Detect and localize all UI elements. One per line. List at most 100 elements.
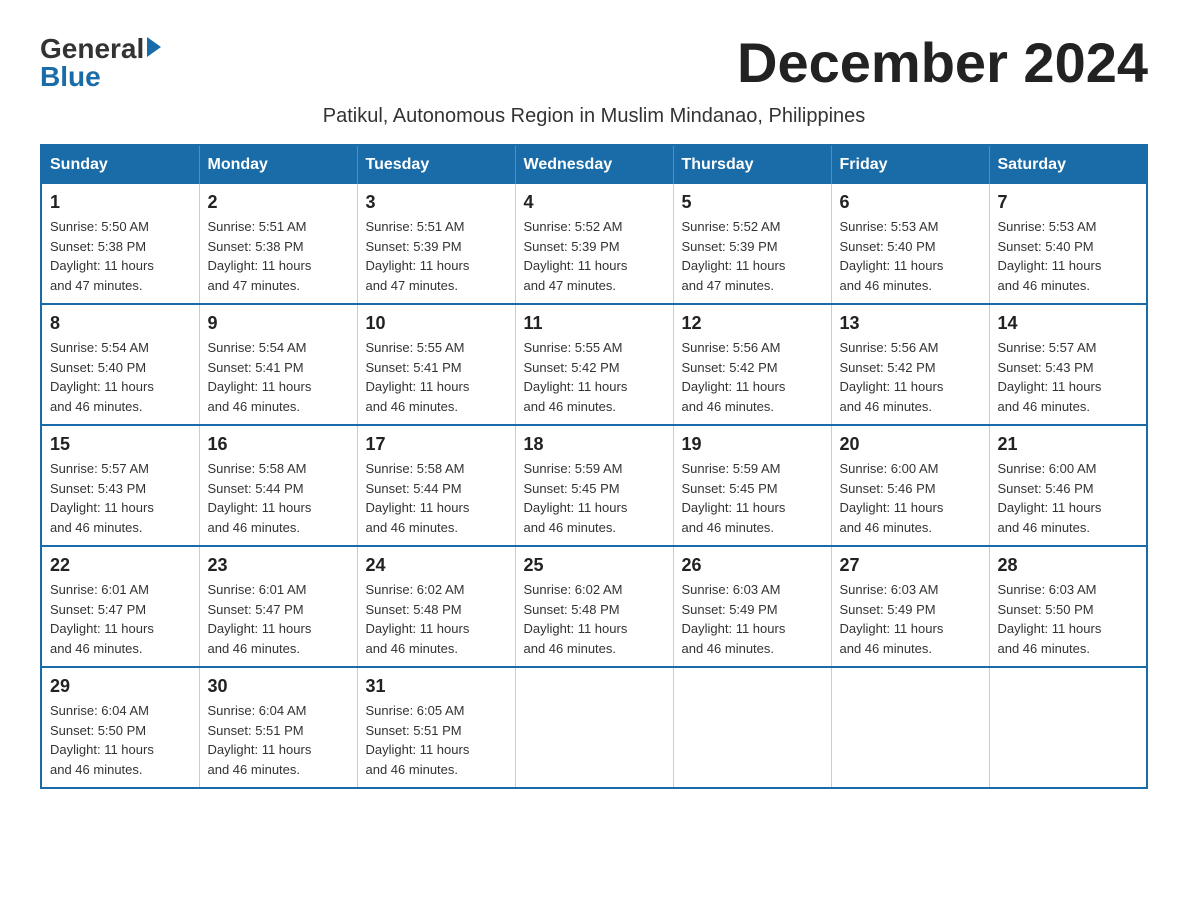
day-number: 23 xyxy=(208,555,349,576)
day-info: Sunrise: 5:52 AMSunset: 5:39 PMDaylight:… xyxy=(524,219,628,293)
calendar-week-row: 22 Sunrise: 6:01 AMSunset: 5:47 PMDaylig… xyxy=(41,546,1147,667)
calendar-day-cell: 25 Sunrise: 6:02 AMSunset: 5:48 PMDaylig… xyxy=(515,546,673,667)
day-number: 1 xyxy=(50,192,191,213)
day-number: 26 xyxy=(682,555,823,576)
calendar-week-row: 15 Sunrise: 5:57 AMSunset: 5:43 PMDaylig… xyxy=(41,425,1147,546)
day-info: Sunrise: 5:50 AMSunset: 5:38 PMDaylight:… xyxy=(50,219,154,293)
day-number: 11 xyxy=(524,313,665,334)
month-title: December 2024 xyxy=(737,30,1148,95)
day-info: Sunrise: 6:00 AMSunset: 5:46 PMDaylight:… xyxy=(998,461,1102,535)
calendar-day-cell: 5 Sunrise: 5:52 AMSunset: 5:39 PMDayligh… xyxy=(673,184,831,304)
calendar-day-cell: 6 Sunrise: 5:53 AMSunset: 5:40 PMDayligh… xyxy=(831,184,989,304)
calendar-day-cell: 3 Sunrise: 5:51 AMSunset: 5:39 PMDayligh… xyxy=(357,184,515,304)
calendar-day-cell: 31 Sunrise: 6:05 AMSunset: 5:51 PMDaylig… xyxy=(357,667,515,788)
day-number: 22 xyxy=(50,555,191,576)
calendar-day-cell: 17 Sunrise: 5:58 AMSunset: 5:44 PMDaylig… xyxy=(357,425,515,546)
day-info: Sunrise: 6:03 AMSunset: 5:49 PMDaylight:… xyxy=(682,582,786,656)
day-info: Sunrise: 6:02 AMSunset: 5:48 PMDaylight:… xyxy=(366,582,470,656)
day-number: 9 xyxy=(208,313,349,334)
day-info: Sunrise: 5:56 AMSunset: 5:42 PMDaylight:… xyxy=(840,340,944,414)
day-info: Sunrise: 6:00 AMSunset: 5:46 PMDaylight:… xyxy=(840,461,944,535)
logo-arrow-icon xyxy=(147,37,161,57)
calendar-day-cell: 27 Sunrise: 6:03 AMSunset: 5:49 PMDaylig… xyxy=(831,546,989,667)
calendar-week-row: 29 Sunrise: 6:04 AMSunset: 5:50 PMDaylig… xyxy=(41,667,1147,788)
calendar-day-cell: 16 Sunrise: 5:58 AMSunset: 5:44 PMDaylig… xyxy=(199,425,357,546)
calendar-day-cell: 13 Sunrise: 5:56 AMSunset: 5:42 PMDaylig… xyxy=(831,304,989,425)
calendar-day-cell: 1 Sunrise: 5:50 AMSunset: 5:38 PMDayligh… xyxy=(41,184,199,304)
calendar-day-cell xyxy=(831,667,989,788)
day-number: 5 xyxy=(682,192,823,213)
day-info: Sunrise: 5:55 AMSunset: 5:41 PMDaylight:… xyxy=(366,340,470,414)
day-info: Sunrise: 6:01 AMSunset: 5:47 PMDaylight:… xyxy=(50,582,154,656)
day-info: Sunrise: 5:58 AMSunset: 5:44 PMDaylight:… xyxy=(366,461,470,535)
calendar-day-cell xyxy=(673,667,831,788)
day-number: 25 xyxy=(524,555,665,576)
day-info: Sunrise: 5:51 AMSunset: 5:38 PMDaylight:… xyxy=(208,219,312,293)
day-of-week-header: Monday xyxy=(199,145,357,184)
logo-blue-text: Blue xyxy=(40,63,101,91)
day-info: Sunrise: 6:03 AMSunset: 5:49 PMDaylight:… xyxy=(840,582,944,656)
calendar-day-cell: 20 Sunrise: 6:00 AMSunset: 5:46 PMDaylig… xyxy=(831,425,989,546)
day-number: 31 xyxy=(366,676,507,697)
calendar-day-cell: 21 Sunrise: 6:00 AMSunset: 5:46 PMDaylig… xyxy=(989,425,1147,546)
day-info: Sunrise: 5:52 AMSunset: 5:39 PMDaylight:… xyxy=(682,219,786,293)
day-number: 13 xyxy=(840,313,981,334)
calendar-day-cell: 23 Sunrise: 6:01 AMSunset: 5:47 PMDaylig… xyxy=(199,546,357,667)
calendar-day-cell: 9 Sunrise: 5:54 AMSunset: 5:41 PMDayligh… xyxy=(199,304,357,425)
day-of-week-header: Sunday xyxy=(41,145,199,184)
day-of-week-header: Thursday xyxy=(673,145,831,184)
day-of-week-header: Friday xyxy=(831,145,989,184)
day-number: 20 xyxy=(840,434,981,455)
calendar-day-cell: 29 Sunrise: 6:04 AMSunset: 5:50 PMDaylig… xyxy=(41,667,199,788)
calendar-day-cell: 4 Sunrise: 5:52 AMSunset: 5:39 PMDayligh… xyxy=(515,184,673,304)
calendar-day-cell: 26 Sunrise: 6:03 AMSunset: 5:49 PMDaylig… xyxy=(673,546,831,667)
day-number: 21 xyxy=(998,434,1139,455)
calendar-day-cell xyxy=(515,667,673,788)
day-info: Sunrise: 5:58 AMSunset: 5:44 PMDaylight:… xyxy=(208,461,312,535)
day-of-week-header: Tuesday xyxy=(357,145,515,184)
day-number: 10 xyxy=(366,313,507,334)
calendar-day-cell: 14 Sunrise: 5:57 AMSunset: 5:43 PMDaylig… xyxy=(989,304,1147,425)
day-number: 27 xyxy=(840,555,981,576)
day-info: Sunrise: 5:54 AMSunset: 5:41 PMDaylight:… xyxy=(208,340,312,414)
day-info: Sunrise: 5:59 AMSunset: 5:45 PMDaylight:… xyxy=(524,461,628,535)
day-number: 30 xyxy=(208,676,349,697)
day-number: 15 xyxy=(50,434,191,455)
day-number: 24 xyxy=(366,555,507,576)
calendar-day-cell: 22 Sunrise: 6:01 AMSunset: 5:47 PMDaylig… xyxy=(41,546,199,667)
calendar-day-cell: 30 Sunrise: 6:04 AMSunset: 5:51 PMDaylig… xyxy=(199,667,357,788)
logo-general-text: General xyxy=(40,35,144,63)
day-number: 29 xyxy=(50,676,191,697)
calendar-day-cell: 8 Sunrise: 5:54 AMSunset: 5:40 PMDayligh… xyxy=(41,304,199,425)
day-number: 7 xyxy=(998,192,1139,213)
subtitle: Patikul, Autonomous Region in Muslim Min… xyxy=(40,105,1148,128)
day-info: Sunrise: 6:05 AMSunset: 5:51 PMDaylight:… xyxy=(366,703,470,777)
day-info: Sunrise: 6:04 AMSunset: 5:50 PMDaylight:… xyxy=(50,703,154,777)
calendar-day-cell: 2 Sunrise: 5:51 AMSunset: 5:38 PMDayligh… xyxy=(199,184,357,304)
day-info: Sunrise: 5:53 AMSunset: 5:40 PMDaylight:… xyxy=(998,219,1102,293)
page-header: General Blue December 2024 xyxy=(40,30,1148,95)
day-of-week-header: Saturday xyxy=(989,145,1147,184)
day-number: 12 xyxy=(682,313,823,334)
day-info: Sunrise: 5:55 AMSunset: 5:42 PMDaylight:… xyxy=(524,340,628,414)
day-info: Sunrise: 6:04 AMSunset: 5:51 PMDaylight:… xyxy=(208,703,312,777)
day-info: Sunrise: 5:57 AMSunset: 5:43 PMDaylight:… xyxy=(50,461,154,535)
calendar-table: SundayMondayTuesdayWednesdayThursdayFrid… xyxy=(40,144,1148,789)
day-info: Sunrise: 6:01 AMSunset: 5:47 PMDaylight:… xyxy=(208,582,312,656)
calendar-day-cell: 11 Sunrise: 5:55 AMSunset: 5:42 PMDaylig… xyxy=(515,304,673,425)
calendar-day-cell: 7 Sunrise: 5:53 AMSunset: 5:40 PMDayligh… xyxy=(989,184,1147,304)
calendar-day-cell: 10 Sunrise: 5:55 AMSunset: 5:41 PMDaylig… xyxy=(357,304,515,425)
day-info: Sunrise: 5:56 AMSunset: 5:42 PMDaylight:… xyxy=(682,340,786,414)
logo: General Blue xyxy=(40,30,161,91)
day-number: 18 xyxy=(524,434,665,455)
day-info: Sunrise: 5:54 AMSunset: 5:40 PMDaylight:… xyxy=(50,340,154,414)
calendar-week-row: 8 Sunrise: 5:54 AMSunset: 5:40 PMDayligh… xyxy=(41,304,1147,425)
day-number: 16 xyxy=(208,434,349,455)
calendar-day-cell: 19 Sunrise: 5:59 AMSunset: 5:45 PMDaylig… xyxy=(673,425,831,546)
day-number: 3 xyxy=(366,192,507,213)
day-number: 6 xyxy=(840,192,981,213)
day-of-week-header: Wednesday xyxy=(515,145,673,184)
day-number: 4 xyxy=(524,192,665,213)
day-info: Sunrise: 5:57 AMSunset: 5:43 PMDaylight:… xyxy=(998,340,1102,414)
calendar-day-cell: 12 Sunrise: 5:56 AMSunset: 5:42 PMDaylig… xyxy=(673,304,831,425)
